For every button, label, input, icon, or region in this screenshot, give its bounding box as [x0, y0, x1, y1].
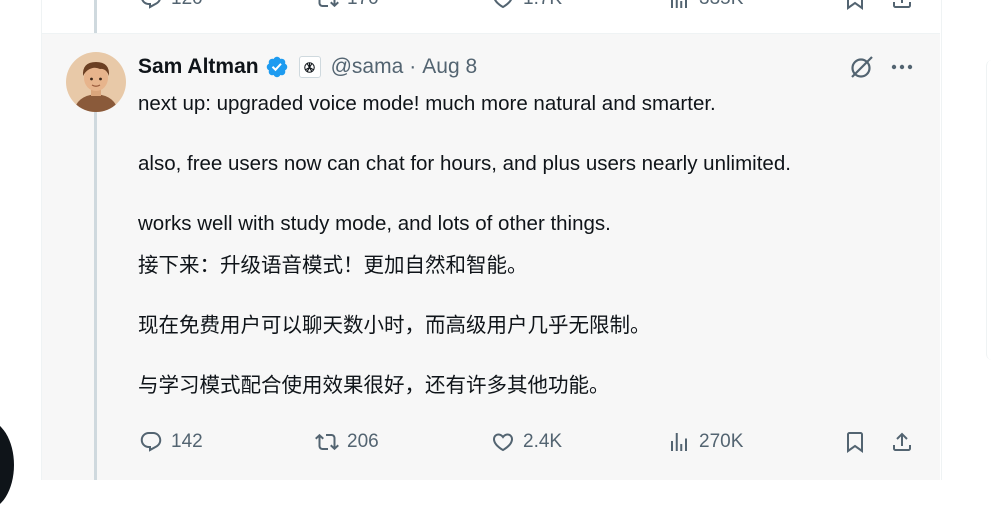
floating-button-partial[interactable] [0, 420, 14, 510]
header-separator: · [409, 55, 417, 78]
like-icon [492, 433, 514, 452]
prev-bookmark-button[interactable] [843, 0, 867, 11]
prev-like-button[interactable]: 1.7K [491, 0, 562, 11]
share-icon [893, 432, 911, 451]
repost-icon [315, 433, 339, 451]
verified-badge-icon[interactable] [265, 55, 289, 79]
prev-repost-count: 170 [347, 0, 379, 10]
repost-button[interactable]: 206 [315, 430, 379, 454]
share-icon [893, 0, 911, 8]
share-button[interactable] [890, 430, 914, 454]
tweet-header: Sam Altman @sama · Aug 8 [138, 53, 477, 81]
like-icon [494, 0, 512, 9]
repost-count: 206 [347, 431, 379, 452]
prev-reply-count: 120 [171, 0, 203, 10]
prev-tweet-actions: 120 170 1.7K 335K [139, 0, 914, 15]
tweet-paragraph: 现在免费用户可以聊天数小时，而高级用户几乎无限制。 [138, 314, 651, 337]
thread-line-top [94, 0, 97, 33]
views-button[interactable]: 270K [667, 430, 743, 454]
prev-repost-button[interactable]: 170 [315, 0, 379, 11]
grok-icon[interactable] [848, 53, 876, 81]
prev-reply-button[interactable]: 120 [139, 0, 203, 11]
tweet-paragraph: 接下来：升级语音模式！更加自然和智能。 [138, 254, 528, 277]
avatar[interactable] [66, 52, 126, 112]
tweet-date[interactable]: Aug 8 [422, 55, 477, 79]
thread-line [94, 112, 97, 480]
views-icon [671, 0, 687, 8]
author-handle[interactable]: @sama [331, 55, 404, 79]
tweet-paragraph: works well with study mode, and lots of … [138, 212, 611, 235]
views-icon [671, 433, 687, 451]
openai-logo-icon[interactable] [298, 56, 321, 78]
like-count: 2.4K [523, 431, 563, 452]
sidebar-edge [986, 60, 991, 360]
tweet-paragraph: also, free users now can chat for hours,… [138, 152, 791, 175]
tweet-actions: 142 206 2.4K 270K [139, 430, 914, 460]
reply-icon [140, 432, 162, 452]
bookmark-button[interactable] [843, 430, 867, 454]
reply-count: 142 [171, 431, 203, 452]
prev-like-count: 1.7K [523, 0, 562, 10]
tweet-paragraph: next up: upgraded voice mode! much more … [138, 92, 716, 115]
author-name[interactable]: Sam Altman [138, 55, 259, 79]
reply-button[interactable]: 142 [139, 430, 203, 454]
tweet-paragraph: 与学习模式配合使用效果很好，还有许多其他功能。 [138, 374, 610, 397]
reply-icon [141, 0, 161, 9]
bookmark-icon [847, 0, 863, 10]
repost-icon [318, 0, 339, 8]
more-icon[interactable] [888, 55, 916, 79]
prev-views-button[interactable]: 335K [667, 0, 743, 11]
bookmark-icon [847, 432, 863, 453]
like-button[interactable]: 2.4K [491, 430, 562, 454]
views-count: 270K [699, 431, 744, 452]
prev-share-button[interactable] [890, 0, 914, 11]
prev-views-count: 335K [699, 0, 743, 10]
